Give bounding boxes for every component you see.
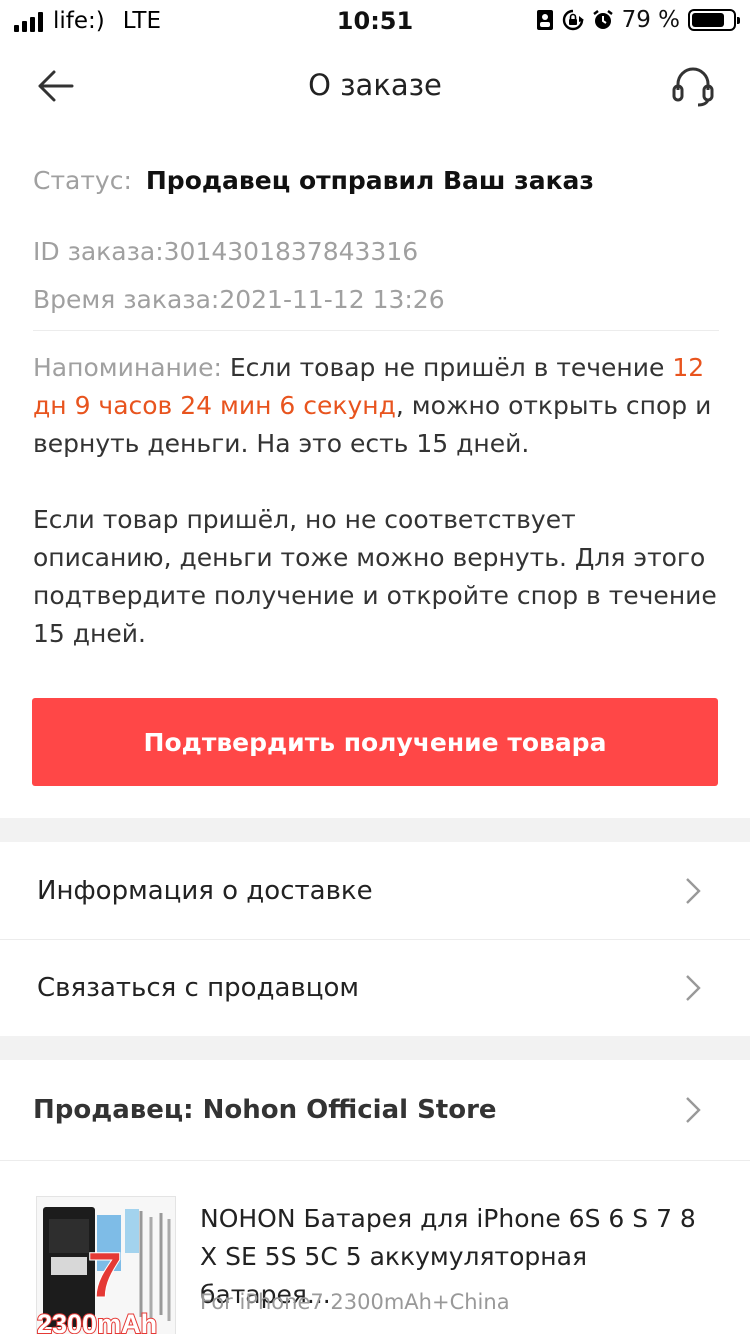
status-label: Статус: bbox=[33, 165, 132, 195]
delivery-info-row[interactable]: Информация о доставке bbox=[0, 842, 750, 939]
seller-row[interactable]: Продавец: Nohon Official Store bbox=[0, 1060, 750, 1160]
product-thumbnail[interactable]: 7 2300mAh bbox=[36, 1196, 176, 1334]
product-item[interactable]: 7 2300mAh NOHON Батарея для iPhone 6S 6 … bbox=[0, 1162, 750, 1334]
alarm-icon bbox=[592, 10, 613, 29]
sim-icon bbox=[536, 10, 553, 30]
confirm-receipt-button[interactable]: Подтвердить получение товара bbox=[32, 698, 718, 786]
chevron-right-icon bbox=[686, 975, 701, 1001]
headset-icon[interactable] bbox=[670, 62, 716, 108]
refund-note: Если товар пришёл, но не соответствует о… bbox=[33, 505, 717, 648]
reminder-label: Напоминание: bbox=[33, 353, 222, 382]
order-details: Статус: Продавец отправил Ваш заказ ID з… bbox=[33, 158, 719, 653]
divider bbox=[0, 1160, 750, 1161]
nav-bar: О заказе bbox=[0, 44, 750, 128]
chevron-right-icon bbox=[686, 877, 701, 904]
delivery-info-label: Информация о доставке bbox=[37, 875, 373, 906]
orientation-lock-icon bbox=[562, 9, 584, 31]
contact-seller-label: Связаться с продавцом bbox=[37, 973, 359, 1003]
order-id-label: ID заказа: bbox=[33, 237, 164, 266]
order-id-value: 3014301837843316 bbox=[163, 237, 419, 266]
page-title: О заказе bbox=[308, 68, 442, 102]
reminder: Напоминание: Если товар не пришёл в тече… bbox=[33, 349, 719, 463]
battery-product-image: 7 2300mAh bbox=[37, 1197, 175, 1334]
thumb-model: 7 bbox=[87, 1239, 123, 1311]
section-gap bbox=[0, 1036, 750, 1060]
section-gap bbox=[0, 818, 750, 842]
divider bbox=[33, 330, 719, 331]
status-bar: life:) LTE 10:51 79 % bbox=[0, 0, 750, 44]
product-sku: For iPhone7 2300mAh+China bbox=[200, 1290, 510, 1314]
contact-seller-row[interactable]: Связаться с продавцом bbox=[0, 940, 750, 1036]
reminder-text-1: Если товар не пришёл в течение bbox=[221, 353, 673, 382]
order-time: Время заказа:2021-11-12 13:26 bbox=[33, 276, 719, 324]
status-value: Продавец отправил Ваш заказ bbox=[145, 165, 594, 195]
order-time-label: Время заказа: bbox=[33, 285, 220, 314]
order-time-value: 2021-11-12 13:26 bbox=[219, 285, 445, 314]
battery-percent: 79 % bbox=[621, 7, 680, 33]
order-id: ID заказа:3014301837843316 bbox=[33, 228, 719, 276]
order-status: Статус: Продавец отправил Ваш заказ bbox=[33, 158, 719, 202]
chevron-right-icon bbox=[686, 1097, 701, 1123]
status-icons: 79 % bbox=[536, 7, 740, 33]
order-meta: ID заказа:3014301837843316 Время заказа:… bbox=[33, 228, 719, 324]
seller-name: Продавец: Nohon Official Store bbox=[33, 1095, 497, 1125]
thumb-capacity: 2300mAh bbox=[37, 1309, 157, 1334]
battery-icon bbox=[688, 9, 740, 31]
